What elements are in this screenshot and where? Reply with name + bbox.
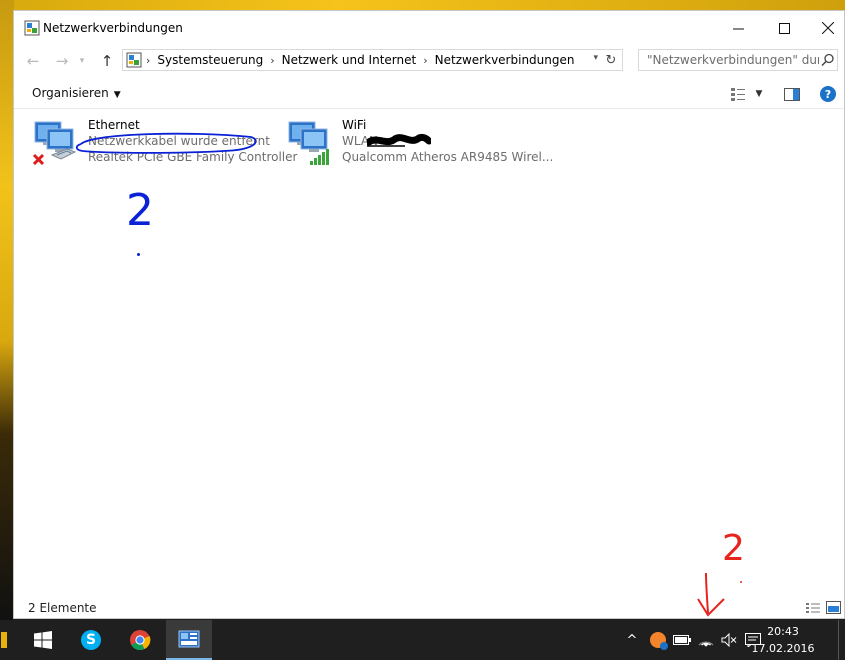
status-bar: 2 Elemente	[14, 598, 844, 620]
minimize-icon	[732, 28, 744, 29]
network-connections-icon	[178, 630, 200, 648]
chevron-down-icon: ▾	[79, 56, 85, 66]
chevron-down-icon: ▼	[755, 89, 763, 99]
wifi-adapter-icon	[288, 121, 329, 165]
forward-button[interactable]: →	[51, 50, 73, 72]
navigation-row: ← → ▾ ↑ › Systemsteuerung › Netzwerk und…	[14, 47, 844, 75]
windows-logo-icon	[34, 631, 52, 649]
redaction-scribble	[367, 133, 431, 147]
search-input[interactable]: "Netzwerkverbindungen" dur...	[647, 53, 819, 67]
close-button[interactable]	[805, 11, 845, 45]
large-icons-view-icon[interactable]	[826, 601, 841, 614]
breadcrumb-separator[interactable]: ›	[423, 54, 427, 67]
tray-app-button[interactable]	[646, 620, 670, 660]
minimize-button[interactable]	[715, 11, 761, 45]
up-button[interactable]: ↑	[96, 50, 118, 72]
help-button[interactable]: ?	[819, 85, 837, 103]
desktop-background-left	[0, 0, 14, 620]
chevron-up-icon: ^	[626, 632, 638, 648]
connection-name: WiFi	[342, 118, 367, 132]
start-button[interactable]	[20, 620, 66, 660]
annotation-dot	[137, 253, 140, 256]
organize-button[interactable]: Organisieren ▼	[32, 86, 121, 100]
address-bar[interactable]: › Systemsteuerung › Netzwerk und Interne…	[122, 49, 623, 71]
address-dropdown-icon[interactable]: ▾	[593, 53, 598, 63]
chevron-down-icon: ▼	[113, 90, 121, 100]
help-icon: ?	[820, 86, 836, 102]
refresh-button[interactable]: ↻	[602, 51, 620, 69]
search-box[interactable]: "Netzwerkverbindungen" dur...	[638, 49, 838, 71]
show-hidden-icons-button[interactable]: ^	[622, 620, 642, 660]
details-view-icon[interactable]	[805, 602, 821, 614]
organize-label: Organisieren	[32, 86, 109, 100]
file-explorer-taskbar-partial[interactable]	[0, 620, 8, 660]
annotation-dot	[740, 581, 742, 583]
breadcrumb-netzwerkverbindungen[interactable]: Netzwerkverbindungen	[435, 53, 575, 67]
network-tray-button[interactable]	[694, 620, 718, 660]
chrome-taskbar-button[interactable]	[117, 620, 163, 660]
skype-icon: S	[81, 630, 101, 650]
change-view-button[interactable]	[728, 85, 748, 103]
preview-pane-icon	[784, 87, 800, 101]
breadcrumb-systemsteuerung[interactable]: Systemsteuerung	[157, 53, 263, 67]
recent-locations-button[interactable]: ▾	[76, 50, 88, 72]
details-view-icon	[731, 88, 745, 101]
explorer-window: Netzwerkverbindungen ← → ▾ ↑ › Systemste…	[13, 10, 845, 619]
control-panel-icon	[126, 52, 142, 68]
connection-device: Qualcomm Atheros AR9485 Wirel...	[342, 150, 554, 164]
view-options-dropdown[interactable]: ▼	[752, 85, 766, 103]
close-icon	[822, 22, 834, 34]
back-button[interactable]: ←	[22, 50, 44, 72]
breadcrumb-separator[interactable]: ›	[146, 54, 150, 67]
maximize-button[interactable]	[761, 11, 807, 45]
chrome-icon	[130, 630, 151, 651]
wifi-icon	[698, 641, 714, 647]
skype-taskbar-button[interactable]: S	[68, 620, 114, 660]
preview-pane-button[interactable]	[782, 85, 802, 103]
clock-time: 20:43	[767, 625, 799, 638]
forward-arrow-icon: →	[55, 52, 69, 70]
connection-name: Ethernet	[88, 118, 140, 132]
maximize-icon	[778, 22, 790, 34]
battery-button[interactable]	[670, 620, 694, 660]
volume-muted-icon	[721, 633, 737, 647]
search-icon[interactable]	[819, 53, 837, 67]
command-bar: Organisieren ▼ ▼ ?	[14, 79, 844, 109]
network-connections-icon	[24, 20, 40, 36]
annotation-ellipse	[75, 132, 257, 154]
control-panel-taskbar-button[interactable]	[166, 620, 212, 660]
refresh-icon: ↻	[605, 52, 617, 68]
taskbar: S ^ 20:43 17.02.2016	[0, 620, 845, 660]
breadcrumb-separator[interactable]: ›	[270, 54, 274, 67]
folder-icon	[1, 632, 7, 648]
item-count: 2 Elemente	[28, 601, 97, 615]
battery-icon	[673, 635, 691, 645]
title-bar[interactable]: Netzwerkverbindungen	[14, 11, 844, 45]
window-title: Netzwerkverbindungen	[43, 21, 183, 35]
volume-button[interactable]	[718, 620, 740, 660]
show-desktop-button[interactable]	[838, 620, 845, 660]
annotation-mark: 2	[126, 185, 154, 236]
clock[interactable]: 20:43 17.02.2016	[747, 623, 819, 657]
back-arrow-icon: ←	[26, 52, 40, 70]
up-arrow-icon: ↑	[100, 52, 114, 70]
ethernet-adapter-icon	[32, 121, 77, 166]
breadcrumb-netzwerk-und-internet[interactable]: Netzwerk und Internet	[282, 53, 417, 67]
annotation-mark: 2	[722, 528, 745, 569]
clock-date: 17.02.2016	[751, 642, 815, 655]
tray-app-icon	[650, 632, 668, 650]
